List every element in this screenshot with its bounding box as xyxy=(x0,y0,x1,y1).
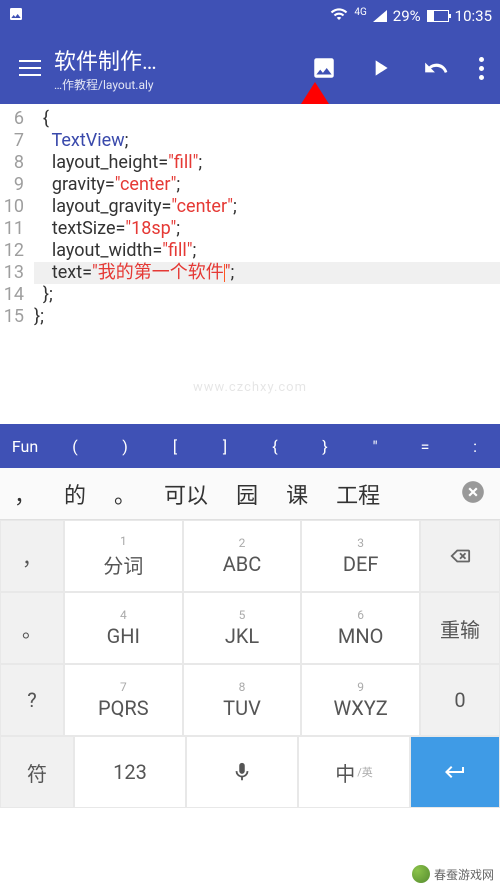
backspace-key[interactable] xyxy=(420,520,500,592)
net-label: 4G xyxy=(354,7,366,18)
status-left xyxy=(8,6,28,26)
t9-keypad: ，1分词2ABC3DEF 。4GHI5JKL6MNO重输?7PQRS8TUV9WX… xyxy=(0,520,500,736)
line-gutter: 6789101112131415 xyxy=(0,104,28,424)
code-line[interactable]: layout_gravity="center"; xyxy=(34,196,500,218)
t9-key[interactable]: 7PQRS xyxy=(64,664,183,736)
bottom-row: 符 123 中/英 xyxy=(0,736,500,808)
candidate[interactable]: 工程 xyxy=(322,478,394,510)
side-key[interactable]: ? xyxy=(0,664,64,736)
t9-key[interactable]: 6MNO xyxy=(301,592,420,664)
symbol-key[interactable]: { xyxy=(250,437,300,456)
symbol-key[interactable]: " xyxy=(350,437,400,456)
signal-icon xyxy=(373,10,387,22)
mic-icon xyxy=(231,761,253,783)
candidate-row: ，的。可以园课工程 xyxy=(0,468,500,520)
code-line[interactable]: TextView; xyxy=(34,130,500,152)
more-button[interactable] xyxy=(479,57,484,80)
t9-key[interactable]: 2ABC xyxy=(183,520,302,592)
clock: 10:35 xyxy=(455,7,492,25)
close-candidates[interactable] xyxy=(446,479,500,509)
image-button[interactable] xyxy=(311,55,337,81)
key-mic[interactable] xyxy=(186,736,298,808)
t9-key[interactable]: 4GHI xyxy=(64,592,183,664)
status-bar: 4G 29% 10:35 xyxy=(0,0,500,32)
side-key[interactable]: 重输 xyxy=(420,592,500,664)
t9-key[interactable]: 8TUV xyxy=(183,664,302,736)
symbol-key[interactable]: ) xyxy=(100,437,150,456)
key-123[interactable]: 123 xyxy=(74,736,186,808)
candidate[interactable]: 的 xyxy=(50,478,100,510)
site-logo: 春蚕游戏网 xyxy=(412,865,494,883)
code-line[interactable]: gravity="center"; xyxy=(34,174,500,196)
logo-icon xyxy=(412,865,430,883)
key-symbols[interactable]: 符 xyxy=(0,736,74,808)
hamburger-icon xyxy=(19,60,41,76)
enter-icon xyxy=(443,760,467,784)
code-line[interactable]: textSize="18sp"; xyxy=(34,218,500,240)
app-subtitle: …作教程/layout.aly xyxy=(54,76,184,93)
key-lang[interactable]: 中/英 xyxy=(298,736,410,808)
code-line[interactable]: layout_height="fill"; xyxy=(34,152,500,174)
symbol-key[interactable]: ] xyxy=(200,437,250,456)
code-line[interactable]: text="我的第一个软件"; xyxy=(34,262,500,284)
logo-text: 春蚕游戏网 xyxy=(434,866,494,883)
wifi-icon xyxy=(330,5,348,27)
candidate[interactable]: 园 xyxy=(222,478,272,510)
undo-button[interactable] xyxy=(423,55,449,81)
candidate[interactable]: 。 xyxy=(100,478,150,510)
symbol-key[interactable]: [ xyxy=(150,437,200,456)
more-vert-icon xyxy=(479,57,484,80)
battery-icon xyxy=(427,10,449,22)
side-key[interactable]: ， xyxy=(0,520,64,592)
t9-key[interactable]: 9WXYZ xyxy=(301,664,420,736)
code-line[interactable]: }; xyxy=(34,284,500,306)
symbol-key[interactable]: = xyxy=(400,437,450,456)
code-editor[interactable]: 6789101112131415 { TextView; layout_heig… xyxy=(0,104,500,424)
t9-key[interactable]: 3DEF xyxy=(301,520,420,592)
code-area[interactable]: { TextView; layout_height="fill"; gravit… xyxy=(28,104,500,424)
code-line[interactable]: layout_width="fill"; xyxy=(34,240,500,262)
t9-key[interactable]: 5JKL xyxy=(183,592,302,664)
symbol-key[interactable]: } xyxy=(300,437,350,456)
menu-button[interactable] xyxy=(6,60,54,76)
code-line[interactable]: }; xyxy=(34,306,500,328)
candidate[interactable]: 可以 xyxy=(150,478,222,510)
play-button[interactable] xyxy=(367,55,393,81)
battery-pct: 29% xyxy=(393,7,421,25)
key-enter[interactable] xyxy=(410,736,500,808)
symbol-key[interactable]: : xyxy=(450,437,500,456)
symbol-key[interactable]: Fun xyxy=(0,437,50,456)
symbol-key[interactable]: ( xyxy=(50,437,100,456)
app-bar: 软件制作… …作教程/layout.aly xyxy=(0,32,500,104)
code-line[interactable]: { xyxy=(34,108,500,130)
symbol-bar: Fun()[]{}"=: xyxy=(0,424,500,468)
title-block[interactable]: 软件制作… …作教程/layout.aly xyxy=(54,44,184,93)
candidate[interactable]: 课 xyxy=(272,478,322,510)
side-key[interactable]: 0 xyxy=(420,664,500,736)
app-title: 软件制作… xyxy=(54,44,184,76)
ime-panel: ，的。可以园课工程 ，1分词2ABC3DEF。4GHI5JKL6MNO重输?7P… xyxy=(0,468,500,808)
candidate[interactable]: ， xyxy=(0,478,50,510)
t9-key[interactable]: 1分词 xyxy=(64,520,183,592)
side-key[interactable]: 。 xyxy=(0,592,64,664)
status-right: 4G 29% 10:35 xyxy=(330,5,492,27)
picture-icon xyxy=(8,8,24,26)
